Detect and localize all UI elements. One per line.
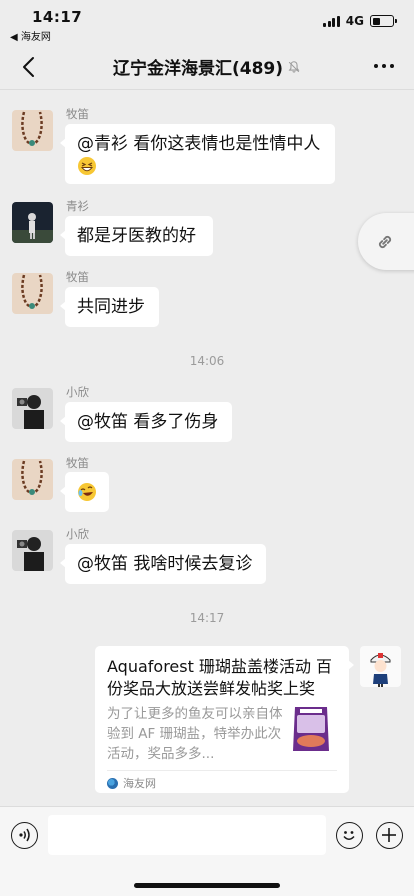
battery-icon	[370, 15, 397, 27]
avatar[interactable]	[12, 459, 53, 500]
message-bubble[interactable]: 都是牙医教的好	[60, 216, 213, 256]
message-text: @牧笛 我啥时候去复诊	[77, 554, 253, 574]
emoji-picker-button[interactable]	[336, 822, 363, 849]
group-name: 辽宁金洋海景汇(489)	[112, 59, 284, 79]
source-name: 海友网	[123, 777, 156, 790]
message-bubble[interactable]: @牧笛 看多了伤身	[60, 402, 232, 442]
signal-icon	[323, 15, 340, 27]
message-text: @牧笛 看多了伤身	[77, 412, 219, 432]
link-icon	[378, 235, 392, 248]
message-text: 都是牙医教的好	[77, 226, 196, 246]
sender-name: 青衫	[66, 199, 89, 213]
message-bubble[interactable]: @牧笛 我啥时候去复诊	[60, 544, 266, 584]
back-to-app-link[interactable]: ◀ 海友网	[10, 28, 51, 43]
chat-header: 辽宁金洋海景汇(489)	[0, 44, 414, 90]
product-thumbnail-icon	[285, 701, 337, 756]
mute-bell-icon	[288, 60, 300, 73]
card-description: 为了让更多的鱼友可以亲自体验到 AF 珊瑚盐，特举办此次活动，奖品多多...	[107, 706, 283, 762]
plus-icon	[382, 828, 396, 842]
avatar[interactable]	[12, 530, 53, 571]
message-timestamp: 14:17	[189, 611, 225, 625]
sender-name: 牧笛	[66, 107, 89, 121]
floating-link-button[interactable]	[358, 213, 414, 270]
message-bubble[interactable]: 共同进步	[60, 287, 159, 327]
home-indicator	[134, 883, 280, 888]
status-time: 14:17	[32, 8, 83, 26]
voice-input-button[interactable]	[11, 822, 38, 849]
status-bar: 14:17 ◀ 海友网 4G	[0, 0, 414, 44]
status-indicators: 4G	[323, 14, 397, 28]
message-timestamp: 14:06	[189, 354, 225, 368]
message-bubble[interactable]	[60, 472, 109, 512]
more-options-icon[interactable]	[374, 64, 394, 68]
message-input-bar	[0, 806, 414, 896]
back-icon[interactable]	[18, 55, 42, 79]
source-logo-icon	[107, 777, 118, 789]
laughing-tears-emoji-icon	[78, 483, 96, 501]
more-functions-button[interactable]	[376, 822, 403, 849]
avatar[interactable]	[12, 388, 53, 429]
shared-article-card[interactable]: Aquaforest 珊瑚盐盖楼活动 百份奖品大放送尝鲜发帖奖上奖 为了让更多的…	[95, 646, 354, 793]
message-text-field[interactable]	[48, 815, 326, 855]
message-text: @青衫 看你这表情也是性情中人	[77, 134, 321, 154]
message-bubble[interactable]: @青衫 看你这表情也是性情中人	[60, 124, 335, 184]
avatar[interactable]	[12, 110, 53, 151]
card-source: 海友网	[107, 770, 337, 791]
my-avatar[interactable]	[360, 646, 401, 687]
chat-title: 辽宁金洋海景汇(489)	[113, 54, 301, 79]
card-title: Aquaforest 珊瑚盐盖楼活动 百份奖品大放送尝鲜发帖奖上奖	[107, 657, 333, 698]
avatar[interactable]	[12, 273, 53, 314]
sender-name: 小欣	[66, 385, 89, 399]
smiley-icon	[343, 831, 355, 840]
message-text: 共同进步	[77, 297, 145, 317]
grinning-squint-emoji-icon	[78, 157, 96, 175]
sender-name: 小欣	[66, 527, 89, 541]
sender-name: 牧笛	[66, 270, 89, 284]
voice-wave-icon	[19, 828, 30, 842]
sender-name: 牧笛	[66, 456, 89, 470]
avatar[interactable]	[12, 202, 53, 243]
network-label: 4G	[345, 14, 364, 28]
